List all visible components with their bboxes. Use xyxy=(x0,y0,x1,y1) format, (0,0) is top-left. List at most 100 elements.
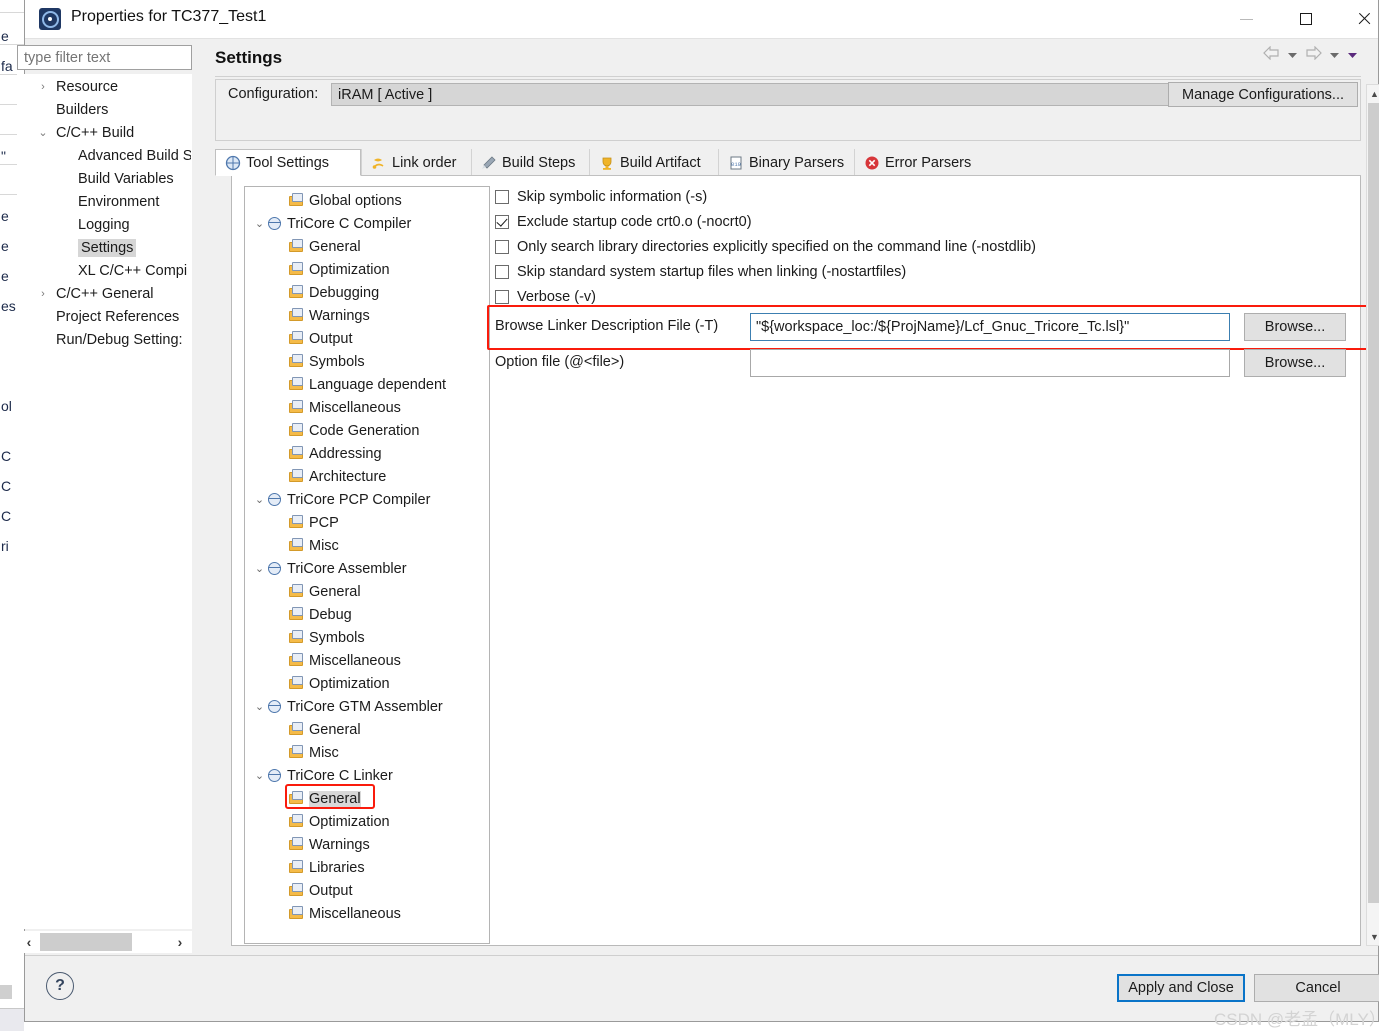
properties-tree-hscrollbar[interactable]: ‹ › xyxy=(17,931,192,953)
tool-tree-item[interactable]: Miscellaneous xyxy=(245,649,489,672)
minimize-button[interactable] xyxy=(1223,0,1269,38)
tool-tree-item[interactable]: Language dependent xyxy=(245,373,489,396)
sidebar-item-run-debug-setting[interactable]: Run/Debug Setting: xyxy=(18,328,191,351)
tool-options-tree[interactable]: Global options ⌄ TriCore C Compiler General… xyxy=(244,186,490,944)
sidebar-item-builders[interactable]: Builders xyxy=(18,98,191,121)
tool-tree-item[interactable]: Addressing xyxy=(245,442,489,465)
tool-tree-item[interactable]: General xyxy=(245,235,489,258)
tab-binary-parsers[interactable]: 010 Binary Parsers xyxy=(718,149,854,176)
chevron-down-icon[interactable]: ⌄ xyxy=(253,700,266,713)
browse-linker-file-button[interactable]: Browse... xyxy=(1244,313,1346,341)
scroll-up-icon[interactable]: ▲ xyxy=(1367,85,1379,102)
sidebar-item-c-c-general[interactable]: › C/C++ General xyxy=(18,282,191,305)
tool-tree-item[interactable]: Misc xyxy=(245,534,489,557)
back-arrow-icon[interactable] xyxy=(1263,45,1280,64)
tool-tree-item[interactable]: Code Generation xyxy=(245,419,489,442)
chevron-right-icon[interactable]: › xyxy=(36,288,50,300)
vscroll-thumb[interactable] xyxy=(1368,103,1379,903)
sidebar-item-advanced-build-s[interactable]: Advanced Build S xyxy=(18,144,191,167)
tool-tree-item[interactable]: ⌄ TriCore GTM Assembler xyxy=(245,695,489,718)
checkbox[interactable] xyxy=(495,190,509,204)
tab-build-steps[interactable]: Build Steps xyxy=(471,149,589,176)
properties-tree[interactable]: › Resource Builders ⌄ C/C++ Build Advanced Bu… xyxy=(17,74,192,929)
tool-tree-item[interactable]: Warnings xyxy=(245,833,489,856)
sidebar-item-c-c-build[interactable]: ⌄ C/C++ Build xyxy=(18,121,191,144)
maximize-button[interactable] xyxy=(1283,0,1329,38)
sidebar-item-logging[interactable]: Logging xyxy=(18,213,191,236)
tab-build-artifact[interactable]: Build Artifact xyxy=(589,149,718,176)
help-icon[interactable]: ? xyxy=(46,972,74,1000)
tool-tree-item[interactable]: General xyxy=(245,787,489,810)
tab-link-order[interactable]: Link order xyxy=(361,149,471,176)
checkbox-row[interactable]: Skip symbolic information (-s) xyxy=(495,189,707,205)
sidebar-item-environment[interactable]: Environment xyxy=(18,190,191,213)
tool-tree-item[interactable]: Misc xyxy=(245,741,489,764)
tool-tree-item[interactable]: Debug xyxy=(245,603,489,626)
configuration-select[interactable]: iRAM [ Active ] ▾ xyxy=(331,83,1271,106)
chevron-down-icon[interactable]: ⌄ xyxy=(253,769,266,782)
tool-tree-item[interactable]: Optimization xyxy=(245,672,489,695)
tool-tree-item[interactable]: General xyxy=(245,718,489,741)
tool-tree-item[interactable]: Libraries xyxy=(245,856,489,879)
linker-file-input[interactable] xyxy=(750,313,1230,341)
filter-input[interactable] xyxy=(17,45,192,70)
checkbox-row[interactable]: Verbose (-v) xyxy=(495,289,596,305)
scroll-down-icon[interactable]: ▼ xyxy=(1367,928,1379,945)
chevron-down-icon[interactable]: ⌄ xyxy=(36,126,50,139)
manage-configurations-button[interactable]: Manage Configurations... xyxy=(1168,82,1358,107)
tool-icon xyxy=(266,561,283,576)
chevron-right-icon[interactable]: › xyxy=(36,81,50,93)
forward-arrow-icon[interactable] xyxy=(1305,45,1322,64)
tool-tree-item[interactable]: Optimization xyxy=(245,258,489,281)
tool-tree-item[interactable]: Optimization xyxy=(245,810,489,833)
tool-tree-item[interactable]: PCP xyxy=(245,511,489,534)
back-dropdown-icon[interactable] xyxy=(1287,47,1298,63)
tool-tree-item[interactable]: Output xyxy=(245,879,489,902)
sidebar-item-settings[interactable]: Settings xyxy=(18,236,191,259)
checkbox[interactable] xyxy=(495,290,509,304)
tool-tree-item[interactable]: Global options xyxy=(245,189,489,212)
sidebar-item-build-variables[interactable]: Build Variables xyxy=(18,167,191,190)
eclipse-properties-icon xyxy=(39,8,61,30)
chevron-down-icon[interactable]: ⌄ xyxy=(253,493,266,506)
browse-option-file-button[interactable]: Browse... xyxy=(1244,349,1346,377)
cancel-button[interactable]: Cancel xyxy=(1254,974,1379,1002)
tool-tree-item[interactable]: Warnings xyxy=(245,304,489,327)
tool-tree-item[interactable]: ⌄ TriCore Assembler xyxy=(245,557,489,580)
forward-dropdown-icon[interactable] xyxy=(1329,47,1340,63)
checkbox[interactable] xyxy=(495,240,509,254)
tool-tree-item[interactable]: ⌄ TriCore C Linker xyxy=(245,764,489,787)
checkbox-row[interactable]: Skip standard system startup files when … xyxy=(495,264,906,280)
apply-and-close-button[interactable]: Apply and Close xyxy=(1117,974,1245,1002)
sidebar-item-resource[interactable]: › Resource xyxy=(18,75,191,98)
checkbox-row[interactable]: Only search library directories explicit… xyxy=(495,239,1036,255)
checkbox[interactable] xyxy=(495,265,509,279)
tool-tree-item[interactable]: Output xyxy=(245,327,489,350)
tool-tree-item[interactable]: Symbols xyxy=(245,626,489,649)
chevron-down-icon[interactable]: ⌄ xyxy=(253,217,266,230)
tab-tool-settings[interactable]: Tool Settings xyxy=(215,149,361,176)
tool-tree-label: Symbols xyxy=(309,353,365,370)
view-menu-icon[interactable] xyxy=(1347,47,1358,63)
tool-tree-item[interactable]: Miscellaneous xyxy=(245,396,489,419)
chevron-down-icon[interactable]: ⌄ xyxy=(253,562,266,575)
checkbox-row[interactable]: Exclude startup code crt0.o (-nocrt0) xyxy=(495,214,752,230)
checkbox-label: Skip symbolic information (-s) xyxy=(517,189,708,205)
sidebar-item-xl-c-c-compi[interactable]: XL C/C++ Compi xyxy=(18,259,191,282)
checkbox[interactable] xyxy=(495,215,509,229)
settings-vscrollbar[interactable]: ▲ ▼ xyxy=(1366,84,1379,946)
tool-tree-item[interactable]: ⌄ TriCore PCP Compiler xyxy=(245,488,489,511)
tool-tree-item[interactable]: General xyxy=(245,580,489,603)
option-file-input[interactable] xyxy=(750,349,1230,377)
close-button[interactable] xyxy=(1341,0,1379,38)
sidebar-item-project-references[interactable]: Project References xyxy=(18,305,191,328)
tool-tree-item[interactable]: ⌄ TriCore C Compiler xyxy=(245,212,489,235)
chevron-right-icon[interactable]: › xyxy=(169,934,191,950)
tool-tree-item[interactable]: Debugging xyxy=(245,281,489,304)
chevron-left-icon[interactable]: ‹ xyxy=(18,934,40,950)
tool-tree-item[interactable]: Symbols xyxy=(245,350,489,373)
hscroll-thumb[interactable] xyxy=(40,933,132,951)
tool-tree-item[interactable]: Miscellaneous xyxy=(245,902,489,925)
tool-tree-item[interactable]: Architecture xyxy=(245,465,489,488)
tab-error-parsers[interactable]: Error Parsers xyxy=(854,149,982,176)
